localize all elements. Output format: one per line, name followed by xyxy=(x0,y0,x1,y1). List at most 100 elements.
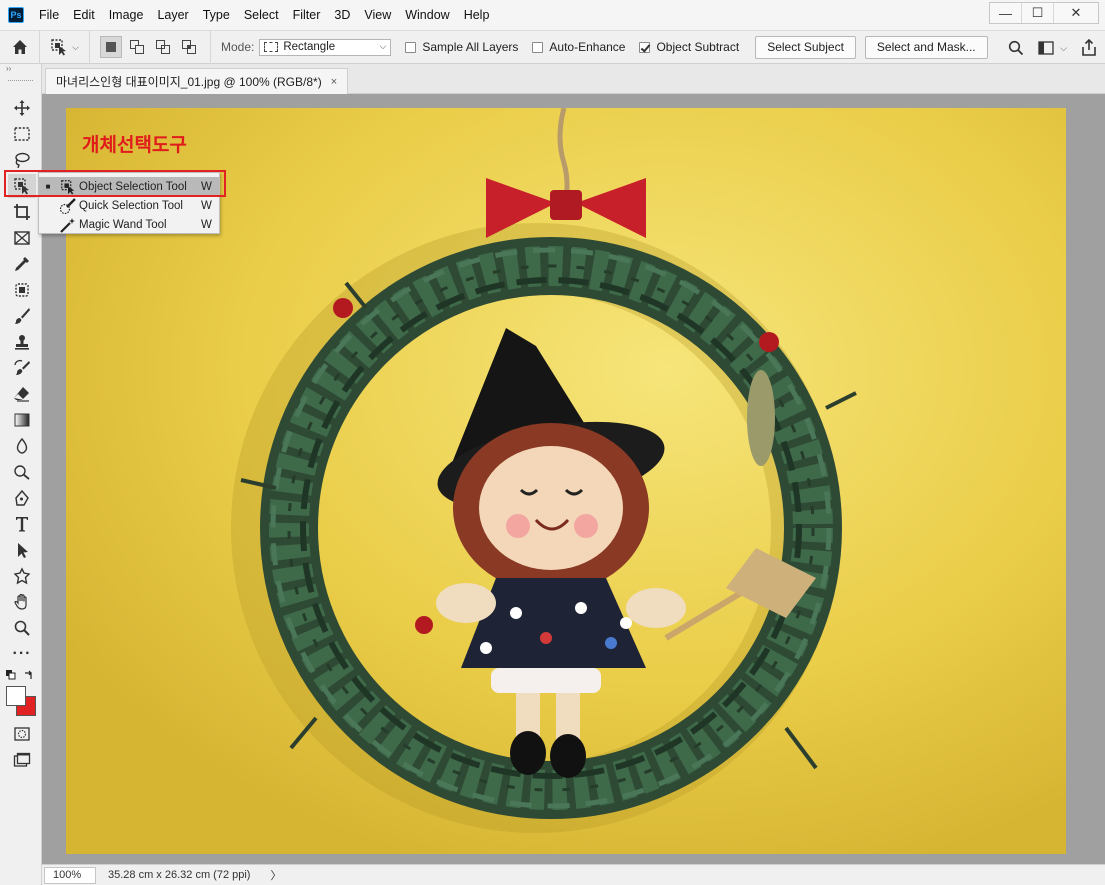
mode-select[interactable]: Rectangle ⌵ xyxy=(259,38,392,56)
move-tool[interactable] xyxy=(8,96,36,120)
close-tab-icon[interactable]: × xyxy=(331,76,337,88)
select-and-mask-button[interactable]: Select and Mask... xyxy=(864,35,988,59)
menu-select[interactable]: Select xyxy=(237,0,286,30)
hand-tool[interactable] xyxy=(8,590,36,614)
flyout-item-label: Quick Selection Tool xyxy=(79,199,183,212)
menu-edit[interactable]: Edit xyxy=(66,0,102,30)
share-icon[interactable] xyxy=(1081,39,1097,57)
panel-grip[interactable] xyxy=(8,80,33,86)
path-selection-tool[interactable] xyxy=(8,538,36,562)
collapse-panel-icon[interactable]: ›› xyxy=(0,64,41,76)
document-size-info: 35.28 cm x 26.32 cm (72 ppi) xyxy=(108,869,251,881)
home-icon xyxy=(12,40,27,54)
pen-tool[interactable] xyxy=(8,486,36,510)
brush-tool[interactable] xyxy=(8,304,36,328)
gradient-tool[interactable] xyxy=(8,408,36,432)
flyout-item-quick-selection[interactable]: Quick Selection Tool W xyxy=(39,196,219,215)
subtract-from-selection-button[interactable] xyxy=(152,36,174,58)
more-icon: ··· xyxy=(12,645,32,662)
close-window-button[interactable]: ✕ xyxy=(1054,3,1098,23)
add-to-selection-button[interactable] xyxy=(126,36,148,58)
selection-modes xyxy=(90,30,211,64)
hand-icon xyxy=(14,593,27,610)
spot-healing-tool[interactable] xyxy=(8,278,36,302)
minimize-button[interactable]: — xyxy=(990,3,1022,23)
tool-preset-picker[interactable]: ⌵ xyxy=(40,30,90,64)
eraser-tool[interactable] xyxy=(8,382,36,406)
restore-button[interactable]: ☐ xyxy=(1022,3,1054,23)
type-tool[interactable] xyxy=(8,512,36,536)
quick-mask-button[interactable] xyxy=(8,722,36,746)
clone-stamp-tool[interactable] xyxy=(8,330,36,354)
menu-3d[interactable]: 3D xyxy=(327,0,357,30)
checkbox-box-checked[interactable] xyxy=(639,41,651,53)
frame-tool[interactable] xyxy=(8,226,36,250)
mode-value: Rectangle xyxy=(283,41,336,53)
eyedropper-tool[interactable] xyxy=(8,252,36,276)
flyout-item-label: Magic Wand Tool xyxy=(79,218,167,231)
menu-image[interactable]: Image xyxy=(102,0,151,30)
zoom-level-field[interactable]: 100% xyxy=(44,866,96,884)
menu-window[interactable]: Window xyxy=(398,0,456,30)
history-brush-tool[interactable] xyxy=(8,356,36,380)
intersect-selection-icon xyxy=(182,40,196,54)
quick-selection-icon xyxy=(57,197,79,214)
options-right-icons: ⌵ xyxy=(1008,31,1105,65)
options-bar: ⌵ Mode: Rectangle ⌵ Sample All Layers Au… xyxy=(0,30,1105,64)
menu-filter[interactable]: Filter xyxy=(286,0,328,30)
blur-tool[interactable] xyxy=(8,434,36,458)
menu-layer[interactable]: Layer xyxy=(150,0,195,30)
document-tab[interactable]: 마녀리스인형 대표이미지_01.jpg @ 100% (RGB/8*) × xyxy=(45,68,349,94)
auto-enhance-checkbox[interactable]: Auto-Enhance xyxy=(532,40,625,54)
checkbox-box[interactable] xyxy=(405,41,417,53)
shape-icon xyxy=(13,567,31,585)
flyout-item-shortcut: W xyxy=(201,218,212,231)
menu-file[interactable]: File xyxy=(32,0,66,30)
sample-all-layers-label: Sample All Layers xyxy=(422,40,519,54)
blur-icon xyxy=(16,437,28,454)
object-subtract-checkbox[interactable]: Object Subtract xyxy=(639,40,739,54)
gradient-icon xyxy=(14,413,30,427)
crop-icon xyxy=(14,204,30,220)
dodge-tool[interactable] xyxy=(8,460,36,484)
custom-shape-tool[interactable] xyxy=(8,564,36,588)
rectangular-marquee-tool[interactable] xyxy=(8,122,36,146)
intersect-selection-button[interactable] xyxy=(178,36,200,58)
type-icon xyxy=(16,517,28,532)
foreground-color-swatch[interactable] xyxy=(6,686,26,706)
workspace-switcher[interactable]: ⌵ xyxy=(1038,41,1067,55)
screen-mode-button[interactable] xyxy=(8,748,36,772)
eyedropper-icon xyxy=(15,257,29,271)
new-selection-button[interactable] xyxy=(100,36,122,58)
status-menu-arrow-icon[interactable]: 〉 xyxy=(270,867,281,883)
document-tab-bar: 마녀리스인형 대표이미지_01.jpg @ 100% (RGB/8*) × xyxy=(42,64,1105,94)
lasso-tool[interactable] xyxy=(8,148,36,172)
flyout-item-magic-wand[interactable]: Magic Wand Tool W xyxy=(39,215,219,234)
menu-view[interactable]: View xyxy=(357,0,398,30)
default-colors-swap[interactable] xyxy=(6,668,36,682)
quick-mask-icon xyxy=(14,727,30,741)
edit-toolbar-button[interactable]: ··· xyxy=(8,642,36,666)
workspace-icon xyxy=(1038,41,1054,55)
frame-icon xyxy=(14,231,30,245)
color-swatches xyxy=(6,686,38,718)
zoom-icon xyxy=(14,620,30,636)
eraser-icon xyxy=(14,387,29,402)
new-selection-icon xyxy=(106,42,116,52)
select-subject-button[interactable]: Select Subject xyxy=(755,35,856,59)
zoom-tool[interactable] xyxy=(8,616,36,640)
overlay-label: 개체선택도구 xyxy=(82,134,187,156)
sample-all-layers-checkbox[interactable]: Sample All Layers xyxy=(405,40,518,54)
menu-help[interactable]: Help xyxy=(457,0,497,30)
home-button[interactable] xyxy=(0,30,40,64)
healing-brush-icon xyxy=(15,283,29,297)
crop-tool[interactable] xyxy=(8,200,36,224)
flyout-item-shortcut: W xyxy=(201,199,212,212)
object-subtract-label: Object Subtract xyxy=(656,40,740,54)
pen-icon xyxy=(15,489,29,506)
checkbox-box[interactable] xyxy=(532,41,544,53)
menu-type[interactable]: Type xyxy=(196,0,237,30)
default-colors-icon xyxy=(6,670,16,680)
brush-icon xyxy=(15,308,30,324)
search-icon[interactable] xyxy=(1008,40,1024,56)
